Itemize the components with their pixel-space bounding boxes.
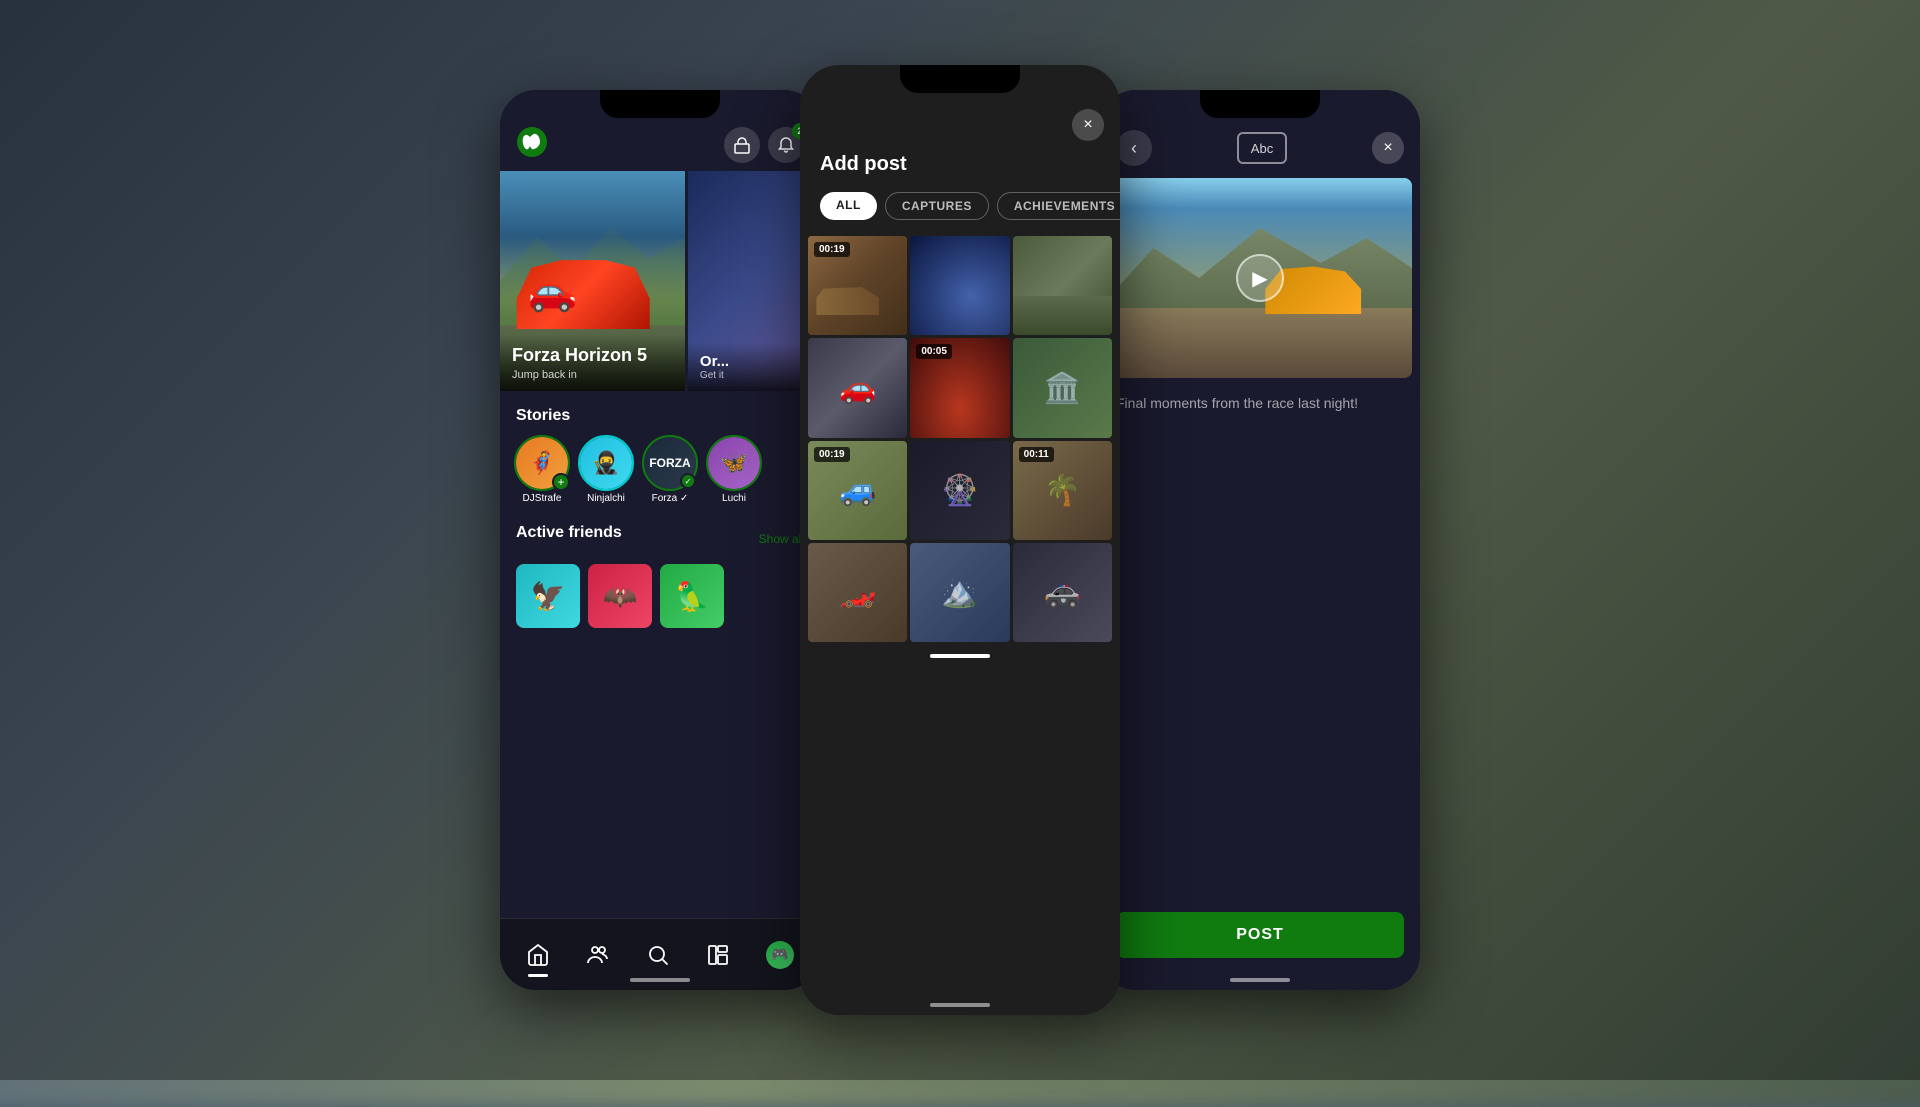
friends-header: Active friends Show all	[516, 524, 804, 554]
video-area[interactable]: ▶	[1108, 178, 1412, 378]
notch-middle	[900, 65, 1020, 93]
grid-item-4[interactable]: 00:05	[910, 338, 1009, 437]
story-name-luchi: Luchi	[722, 493, 746, 504]
story-avatar-djstrafe: 🦸 +	[516, 437, 568, 489]
grid-timer-4: 00:05	[916, 344, 952, 359]
phone-left: 2 Forza Horizon 5 Jump back in	[500, 90, 820, 990]
left-phone-content: 2 Forza Horizon 5 Jump back in	[500, 90, 820, 990]
xbox-logo-icon	[516, 126, 548, 163]
friend-avatar-3[interactable]: 🦜	[660, 564, 724, 628]
nav-profile[interactable]: 🎮	[754, 937, 806, 973]
grid-item-1[interactable]	[910, 236, 1009, 335]
header-icons: 2	[724, 127, 804, 163]
friends-icon	[586, 943, 610, 967]
text-formatting-button[interactable]: Abc	[1237, 132, 1287, 164]
active-friends-section: Active friends Show all 🦅 🦇 🦜	[500, 512, 820, 636]
story-ring-luchi	[706, 435, 762, 491]
right-phone-content: ‹ Abc × ▶ Final moments from the race la…	[1100, 90, 1420, 990]
notch-left	[600, 90, 720, 118]
caption-area: Final moments from the race last night!	[1100, 378, 1420, 426]
hero-section: Forza Horizon 5 Jump back in Or... Get i…	[500, 171, 820, 391]
active-friends-title: Active friends	[516, 524, 622, 542]
grid-item-5[interactable]: 🏛️	[1013, 338, 1112, 437]
phone-right: ‹ Abc × ▶ Final moments from the race la…	[1100, 90, 1420, 990]
tab-all[interactable]: ALL	[820, 192, 877, 220]
desert-road	[1108, 308, 1412, 378]
stories-section: Stories 🦸 + DJStrafe 🥷	[500, 391, 820, 512]
nav-home[interactable]	[514, 939, 562, 971]
friend-avatar-1[interactable]: 🦅	[516, 564, 580, 628]
store-icon-btn[interactable]	[724, 127, 760, 163]
grid-timer-8: 00:11	[1019, 447, 1054, 462]
home-icon	[526, 943, 550, 967]
notch-right	[1200, 90, 1320, 118]
grid-item-6[interactable]: 🚙 00:19	[808, 441, 907, 540]
back-button[interactable]: ‹	[1116, 130, 1152, 166]
story-name-forza: Forza ✓	[652, 493, 689, 504]
filter-tabs: ALL CAPTURES ACHIEVEMENTS	[800, 192, 1120, 236]
grid-timer-0: 00:19	[814, 242, 850, 257]
grid-item-2[interactable]	[1013, 236, 1112, 335]
verified-badge-forza: ✓	[680, 473, 696, 489]
caption-text: Final moments from the race last night!	[1116, 394, 1404, 414]
play-button[interactable]: ▶	[1236, 254, 1284, 302]
story-item-luchi[interactable]: 🦋 Luchi	[708, 437, 760, 504]
hero-title-main: Forza Horizon 5	[512, 345, 673, 367]
story-avatar-forza: FORZA ✓	[644, 437, 696, 489]
story-item-ninjalchi[interactable]: 🥷 Ninjalchi	[580, 437, 632, 504]
progress-bar-container	[800, 642, 1120, 666]
phone-middle: × Add post ALL CAPTURES ACHIEVEMENTS 00:…	[800, 65, 1120, 1015]
story-ring-ninjalchi	[578, 435, 634, 491]
post-button-container: POST	[1116, 912, 1404, 958]
middle-header: ×	[800, 101, 1120, 149]
friend-avatar-2[interactable]: 🦇	[588, 564, 652, 628]
nav-library[interactable]	[694, 939, 742, 971]
stories-row: 🦸 + DJStrafe 🥷 Ninjalchi	[516, 437, 804, 504]
nav-search[interactable]	[634, 939, 682, 971]
tab-captures[interactable]: CAPTURES	[885, 192, 989, 220]
video-scene: ▶	[1108, 178, 1412, 378]
search-icon	[646, 943, 670, 967]
bottom-indicator-middle	[930, 1003, 990, 1007]
grid-item-11[interactable]: 🚓	[1013, 543, 1112, 642]
story-add-btn[interactable]: +	[552, 473, 570, 491]
grid-item-8[interactable]: 🌴 00:11	[1013, 441, 1112, 540]
progress-bar	[930, 654, 990, 658]
grid-item-10[interactable]: 🏔️	[910, 543, 1009, 642]
story-avatar-luchi: 🦋	[708, 437, 760, 489]
tab-achievements[interactable]: ACHIEVEMENTS	[997, 192, 1120, 220]
right-close-button[interactable]: ×	[1372, 132, 1404, 164]
stories-title: Stories	[516, 407, 804, 425]
post-button[interactable]: POST	[1116, 912, 1404, 958]
hero-subtitle-main: Jump back in	[512, 369, 673, 381]
hero-subtitle-secondary: Get it	[700, 370, 808, 381]
grid-item-7[interactable]: 🎡	[910, 441, 1009, 540]
story-avatar-ninjalchi: 🥷	[580, 437, 632, 489]
library-icon	[706, 943, 730, 967]
story-item-djstrafe[interactable]: 🦸 + DJStrafe	[516, 437, 568, 504]
story-item-forza[interactable]: FORZA ✓ Forza ✓	[644, 437, 696, 504]
bottom-indicator-right	[1230, 978, 1290, 982]
hero-overlay-main: Forza Horizon 5 Jump back in	[500, 335, 685, 391]
story-name-ninjalchi: Ninjalchi	[587, 493, 625, 504]
close-button[interactable]: ×	[1072, 109, 1104, 141]
bottom-indicator-left	[630, 978, 690, 982]
show-all-link[interactable]: Show all	[759, 532, 804, 546]
grid-item-9[interactable]: 🏎️	[808, 543, 907, 642]
phones-container: 2 Forza Horizon 5 Jump back in	[0, 0, 1920, 1080]
image-grid: 00:19 🚗	[800, 236, 1120, 642]
story-name-djstrafe: DJStrafe	[523, 493, 562, 504]
nav-friends[interactable]	[574, 939, 622, 971]
grid-timer-6: 00:19	[814, 447, 850, 462]
add-post-title: Add post	[800, 149, 1120, 192]
hero-card-main[interactable]: Forza Horizon 5 Jump back in	[500, 171, 685, 391]
notifications-icon-btn[interactable]: 2	[768, 127, 804, 163]
profile-avatar-icon: 🎮	[766, 941, 794, 969]
middle-phone-content: × Add post ALL CAPTURES ACHIEVEMENTS 00:…	[800, 65, 1120, 1015]
hero-title-secondary: Or...	[700, 353, 808, 370]
grid-item-3[interactable]: 🚗	[808, 338, 907, 437]
grid-item-0[interactable]: 00:19	[808, 236, 907, 335]
friends-row: 🦅 🦇 🦜	[516, 564, 804, 628]
